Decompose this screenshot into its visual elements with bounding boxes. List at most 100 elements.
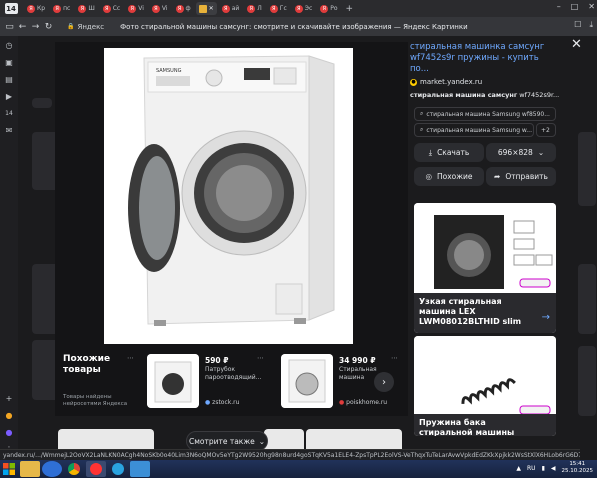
browser-tab[interactable]: ЯШ bbox=[75, 2, 97, 15]
similar-products-title: Похожие товары bbox=[63, 354, 111, 375]
assistant-icon[interactable]: ● bbox=[4, 427, 14, 437]
volume-icon[interactable]: ◀ bbox=[551, 465, 556, 472]
similar-button[interactable]: ◎ Похожие bbox=[414, 167, 484, 186]
calendar-icon[interactable]: 14 bbox=[4, 108, 14, 118]
source-title-link[interactable]: стиральная машинка самсунг wf7452s9r пру… bbox=[410, 42, 560, 75]
tab-count-badge[interactable]: 14 bbox=[0, 0, 22, 17]
start-button[interactable] bbox=[0, 460, 18, 478]
explorer-icon[interactable] bbox=[20, 461, 40, 477]
market-icon: ● bbox=[410, 78, 417, 86]
address-bar: ▭ ← → ↻ 🔒 Яндекс Фото стиральной машины … bbox=[0, 17, 597, 36]
browser-tab[interactable]: Я Vi bbox=[125, 2, 147, 15]
browser-tab[interactable]: Япс bbox=[50, 2, 73, 15]
browser-tab-active[interactable]: ✕ bbox=[195, 2, 217, 15]
address-bar-actions: ☐ ⤓ bbox=[574, 20, 593, 30]
browser-tab[interactable]: Яай bbox=[219, 2, 243, 15]
size-select[interactable]: 696×828 ⌄ bbox=[486, 143, 556, 162]
yandex-browser-icon[interactable] bbox=[86, 461, 106, 477]
clock-icon[interactable]: ◷ bbox=[4, 40, 14, 50]
window-controls: – □ ✕ bbox=[557, 2, 595, 11]
browser-tab[interactable]: ЯЛ bbox=[244, 2, 265, 15]
screen: 14 Я Кр Япс ЯШ Я Сс Я Vi Я Vi Яф ✕ Яай ЯЛ ЯГ… bbox=[0, 0, 597, 478]
product-thumb bbox=[147, 354, 199, 408]
sidebar-toggle-icon[interactable]: ▭ bbox=[3, 22, 16, 32]
yandex-icon: Я bbox=[151, 4, 160, 13]
download-button[interactable]: ⤓ Скачать bbox=[414, 143, 484, 162]
chevron-down-icon: ⌄ bbox=[258, 436, 266, 446]
more-options-icon[interactable]: ⋯ bbox=[391, 354, 398, 362]
yandex-icon: Я bbox=[102, 4, 111, 13]
yandex-icon: Я bbox=[221, 4, 230, 13]
reload-icon[interactable]: ↻ bbox=[42, 22, 55, 32]
download-icon[interactable]: ⤓ bbox=[589, 20, 593, 30]
similar-products-note: Товары найдены нейросетями Яндекса bbox=[63, 394, 128, 407]
photos-icon[interactable] bbox=[130, 461, 150, 477]
sidebar-bottom: + ● ● ⋮ bbox=[4, 393, 14, 454]
site-brand[interactable]: 🔒 Яндекс bbox=[67, 23, 104, 31]
media-player-icon[interactable] bbox=[42, 461, 62, 477]
tray-arrow-icon[interactable]: ▲ bbox=[516, 465, 521, 472]
play-icon[interactable]: ▶ bbox=[4, 91, 14, 101]
browser-tab[interactable]: Яф bbox=[173, 2, 194, 15]
washing-machine-illustration: SAMSUNG bbox=[128, 55, 335, 326]
more-queries-chip[interactable]: +2 bbox=[536, 123, 556, 137]
lens-icon: ◎ bbox=[425, 172, 433, 181]
browser-tab[interactable]: Я Vi bbox=[149, 2, 171, 15]
product-card[interactable]: Пружина бака стиральной машины bbox=[414, 336, 556, 436]
browser-tab[interactable]: Я Кр bbox=[24, 2, 48, 15]
share-button[interactable]: ➦ Отправить bbox=[486, 167, 556, 186]
back-icon[interactable]: ← bbox=[16, 22, 29, 32]
add-icon[interactable]: + bbox=[4, 393, 14, 403]
collections-icon[interactable]: ▣ bbox=[4, 57, 14, 67]
status-url: yandex.ru/.../WmmejL2OoVX2LaNLKN0ACgh4No… bbox=[0, 449, 580, 460]
similar-products-panel: Похожие товары ⋯ Товары найдены нейросет… bbox=[55, 348, 408, 416]
new-tab-button[interactable]: + bbox=[343, 2, 357, 15]
browser-tab[interactable]: Я Ро bbox=[317, 2, 340, 15]
yandex-icon: Я bbox=[78, 4, 87, 13]
telegram-icon[interactable] bbox=[108, 461, 128, 477]
arrow-right-icon: → bbox=[541, 312, 550, 323]
forward-icon[interactable]: → bbox=[29, 22, 42, 32]
maximize-icon[interactable]: □ bbox=[571, 2, 579, 11]
browser-tab[interactable]: Я Гс bbox=[267, 2, 290, 15]
chevron-down-icon: ⌄ bbox=[537, 148, 545, 157]
product-card[interactable]: Узкая стиральная машина LEX LWM08012BLTH… bbox=[414, 203, 556, 333]
windows-logo-icon bbox=[3, 463, 15, 475]
yandex-icon: Я bbox=[294, 4, 303, 13]
more-options-icon[interactable]: ⋯ bbox=[257, 354, 264, 362]
product-image bbox=[414, 203, 556, 293]
image-icon bbox=[198, 4, 207, 13]
image-description: стиральная машина самсунг wf7452s9r... bbox=[410, 91, 560, 99]
similar-product[interactable]: 590 ₽ Патрубок пароотводящий... ● zstock… bbox=[147, 354, 267, 410]
related-query[interactable]: ⌕ стиральная машина Samsung w... bbox=[414, 123, 534, 137]
more-options-icon[interactable]: ⋯ bbox=[127, 354, 134, 362]
browser-tab[interactable]: Я Сс bbox=[100, 2, 124, 15]
product-card-caption: Пружина бака стиральной машины bbox=[414, 414, 556, 436]
network-icon[interactable]: ▮ bbox=[542, 465, 545, 472]
search-icon: ⌕ bbox=[420, 110, 424, 117]
mail-icon[interactable]: ✉ bbox=[4, 125, 14, 135]
notes-icon[interactable]: ▤ bbox=[4, 74, 14, 84]
related-query[interactable]: ⌕ стиральная машина Samsung wf8590... bbox=[414, 107, 556, 121]
next-arrow-button[interactable]: › bbox=[374, 372, 394, 392]
close-window-icon[interactable]: ✕ bbox=[588, 2, 595, 11]
source-site[interactable]: ● market.yandex.ru bbox=[410, 78, 560, 86]
product-image bbox=[414, 336, 556, 416]
main-image[interactable]: SAMSUNG bbox=[104, 48, 353, 344]
bookmark-icon[interactable]: ☐ bbox=[574, 20, 581, 30]
page-title-in-address[interactable]: Фото стиральной машины самсунг: смотрите… bbox=[120, 23, 468, 31]
see-also-button[interactable]: Смотрите также ⌄ bbox=[186, 431, 268, 451]
minimize-icon[interactable]: – bbox=[557, 2, 561, 11]
yandex-icon: Я bbox=[175, 4, 184, 13]
clock[interactable]: 15:41 25.10.2025 bbox=[562, 461, 594, 475]
shop-icon: ● bbox=[205, 399, 211, 406]
system-tray: ▲ RU ▮ ◀ 15:41 25.10.2025 bbox=[516, 461, 593, 475]
yandex-icon: Я bbox=[247, 4, 256, 13]
lang-indicator[interactable]: RU bbox=[527, 465, 536, 472]
browser-sidebar: ◷ ▣ ▤ ▶ 14 ✉ + ● ● ⋮ bbox=[0, 36, 18, 460]
chrome-icon[interactable] bbox=[64, 461, 84, 477]
close-viewer-icon[interactable]: ✕ bbox=[571, 37, 582, 52]
browser-tab[interactable]: Я Эс bbox=[292, 2, 316, 15]
alice-icon[interactable]: ● bbox=[4, 410, 14, 420]
tab-strip: 14 Я Кр Япс ЯШ Я Сс Я Vi Я Vi Яф ✕ Яай ЯЛ ЯГ… bbox=[0, 0, 597, 17]
